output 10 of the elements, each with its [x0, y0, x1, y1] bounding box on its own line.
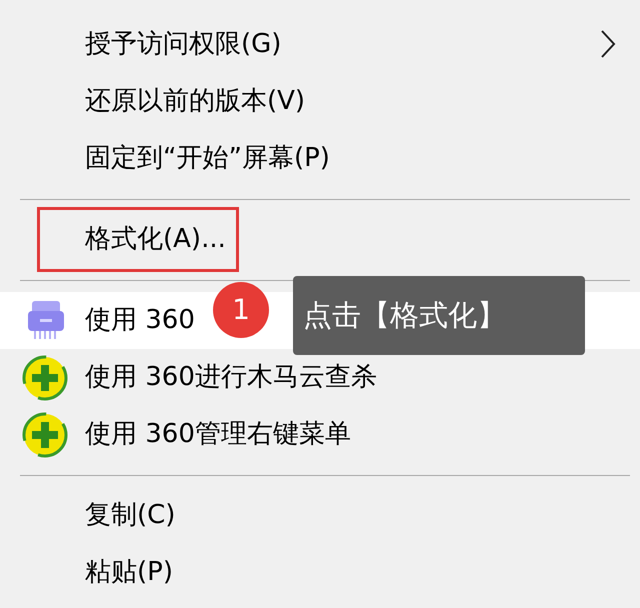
- tooltip: 点击【格式化】: [293, 276, 585, 355]
- menu-item-label: 固定到“开始”屏幕(P): [85, 142, 330, 175]
- menu-item-label: 复制(C): [85, 499, 176, 532]
- menu-item-label: 格式化(A)...: [37, 207, 239, 272]
- menu-item-label: 还原以前的版本(V): [85, 85, 306, 118]
- menu-item-label: 使用 360进行木马云查杀: [85, 361, 377, 394]
- menu-item-label: 使用 360: [85, 304, 195, 337]
- menu-item-label: 粘贴(P): [85, 556, 173, 589]
- menu-item-label: 授予访问权限(G): [85, 28, 282, 61]
- menu-item-label: 使用 360管理右键菜单: [85, 418, 351, 451]
